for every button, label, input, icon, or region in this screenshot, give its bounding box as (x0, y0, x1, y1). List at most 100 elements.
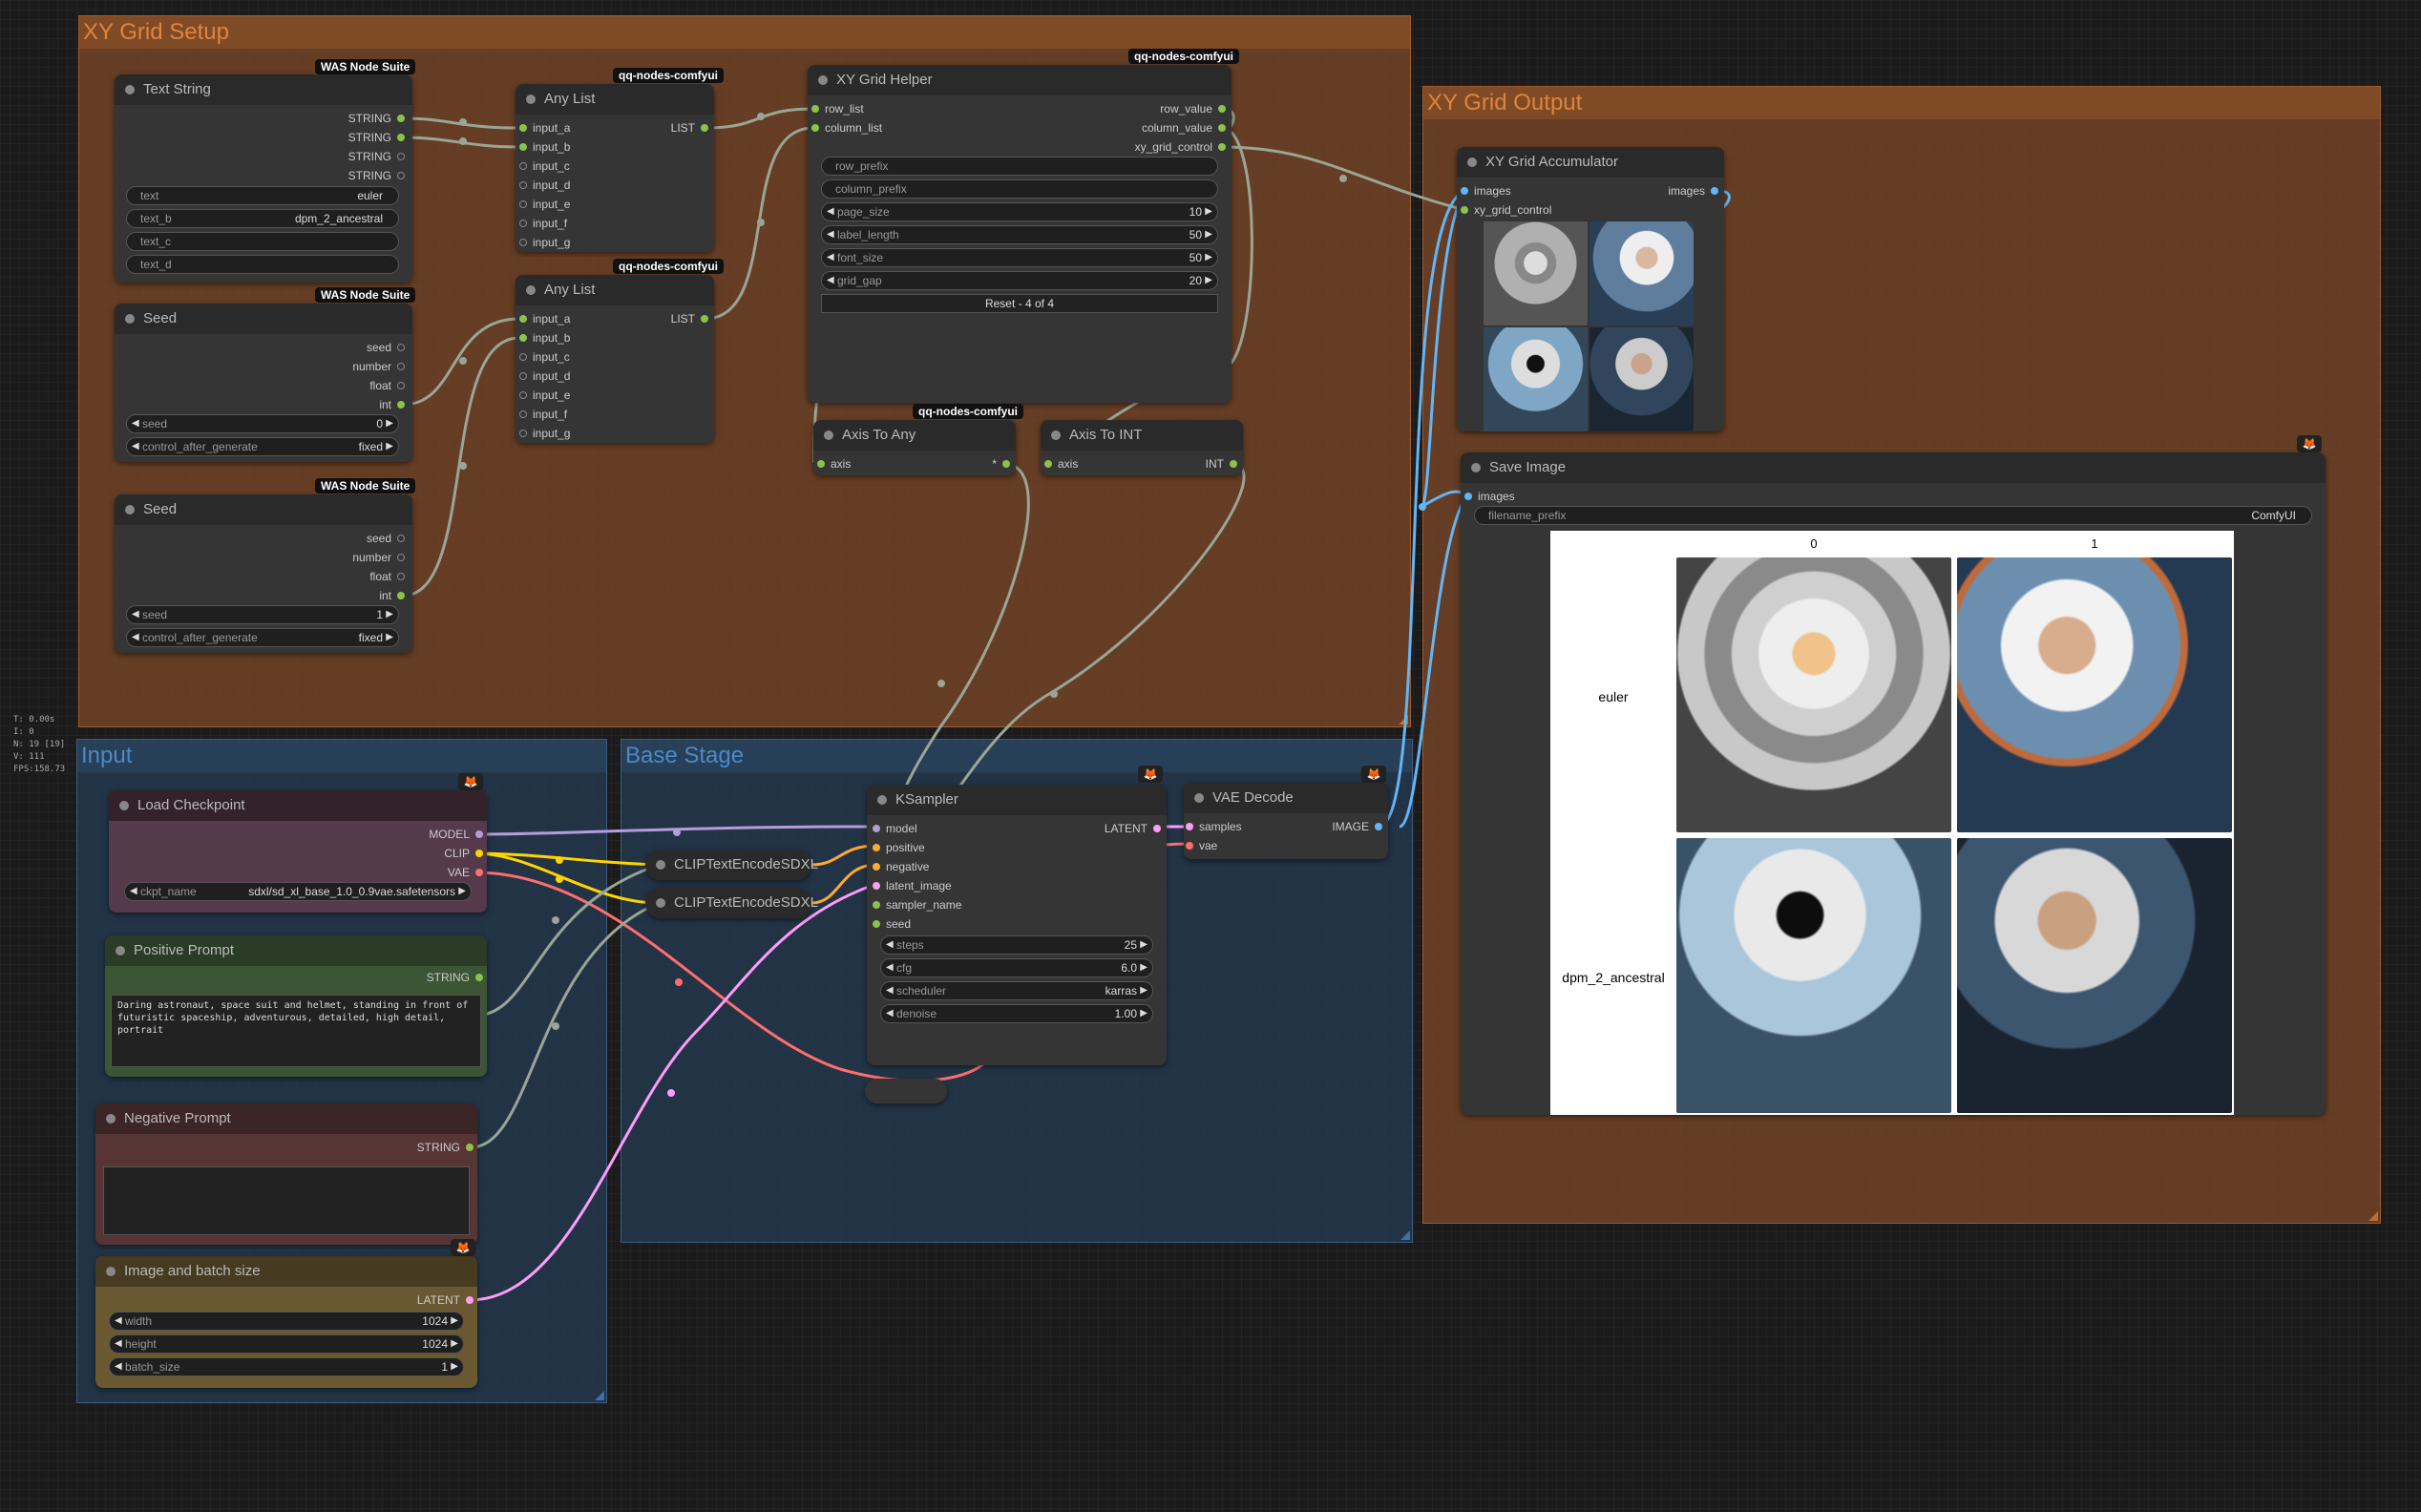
node-title[interactable]: Any List (516, 84, 714, 115)
collapse-dot[interactable] (1194, 793, 1204, 803)
output-latent[interactable]: LATENT (1105, 821, 1161, 836)
input-g[interactable]: input_g (519, 426, 570, 441)
collapse-dot[interactable] (1051, 430, 1061, 440)
node-title[interactable]: CLIPTextEncodeSDXL (645, 850, 818, 880)
input-e[interactable]: input_e (519, 197, 570, 212)
node-graph-canvas[interactable]: XY Grid Setup XY Grid Output Input Base … (0, 0, 2421, 1512)
node-xy-grid-accumulator[interactable]: XY Grid Accumulator images xy_grid_contr… (1457, 147, 1724, 431)
input-samples[interactable]: samples (1186, 819, 1242, 834)
page-size-stepper[interactable]: ◀ page_size 10 ▶ (821, 202, 1218, 221)
node-title[interactable]: KSampler (867, 785, 1167, 815)
collapse-dot[interactable] (106, 1114, 116, 1124)
width-stepper[interactable]: ◀ width 1024 ▶ (109, 1312, 464, 1331)
reset-button[interactable]: Reset - 4 of 4 (821, 294, 1218, 313)
input-b[interactable]: input_b (519, 139, 570, 155)
node-text-string[interactable]: Text String STRING STRING STRING STRING … (115, 74, 412, 283)
text-field[interactable]: text euler (126, 186, 399, 205)
control-after-generate-select[interactable]: ◀ control_after_generate fixed ▶ (126, 437, 399, 456)
node-title[interactable]: Seed (115, 494, 412, 525)
input-c[interactable]: input_c (519, 158, 570, 174)
collapse-dot[interactable] (106, 1267, 116, 1276)
collapse-dot[interactable] (818, 75, 828, 85)
output-image[interactable]: IMAGE (1332, 819, 1382, 834)
output-seed[interactable]: seed (367, 340, 405, 355)
negative-prompt-textarea[interactable] (103, 1166, 470, 1235)
node-title[interactable]: XY Grid Accumulator (1457, 147, 1724, 178)
node-title[interactable]: VAE Decode (1184, 783, 1388, 813)
node-title[interactable]: Save Image (1461, 452, 2326, 483)
output-vae[interactable]: VAE (448, 865, 483, 880)
node-negative-prompt[interactable]: Negative Prompt STRING (95, 1103, 477, 1245)
input-column-list[interactable]: column_list (811, 120, 882, 136)
input-e[interactable]: input_e (519, 388, 570, 403)
input-model[interactable]: model (873, 821, 917, 836)
input-a[interactable]: input_a (519, 120, 570, 136)
output-string[interactable]: STRING (427, 970, 483, 985)
input-negative[interactable]: negative (873, 859, 929, 874)
input-images[interactable]: images (1464, 489, 1515, 504)
font-size-stepper[interactable]: ◀ font_size 50 ▶ (821, 248, 1218, 267)
node-seed[interactable]: Seed seed number float int ◀ seed 0 ▶ ◀ cont… (115, 304, 412, 462)
control-after-generate-select[interactable]: ◀ control_after_generate fixed ▶ (126, 628, 399, 647)
input-f[interactable]: input_f (519, 407, 567, 422)
collapse-dot[interactable] (125, 85, 135, 94)
node-any-list[interactable]: Any List input_a input_b input_c input_d… (516, 84, 714, 252)
input-positive[interactable]: positive (873, 840, 925, 855)
input-xy-grid-control[interactable]: xy_grid_control (1461, 202, 1551, 218)
output-string[interactable]: STRING (348, 111, 405, 126)
output-float[interactable]: float (369, 569, 405, 584)
node-axis-to-int[interactable]: Axis To INT axis INT (1041, 420, 1243, 475)
collapse-dot[interactable] (125, 505, 135, 514)
text-d-field[interactable]: text_d (126, 255, 399, 274)
input-d[interactable]: input_d (519, 368, 570, 384)
input-images[interactable]: images (1461, 183, 1511, 199)
output-any[interactable]: * (992, 456, 1010, 472)
input-c[interactable]: input_c (519, 349, 570, 365)
input-f[interactable]: input_f (519, 216, 567, 231)
node-xy-grid-helper[interactable]: XY Grid Helper row_list column_list row_… (808, 65, 1232, 403)
input-seed[interactable]: seed (873, 916, 911, 932)
scheduler-select[interactable]: ◀ scheduler karras ▶ (880, 981, 1153, 1000)
cfg-stepper[interactable]: ◀ cfg 6.0 ▶ (880, 958, 1153, 977)
positive-prompt-textarea[interactable]: Daring astronaut, space suit and helmet,… (111, 995, 481, 1067)
collapse-dot[interactable] (526, 94, 536, 104)
output-string[interactable]: STRING (348, 149, 405, 164)
collapse-dot[interactable] (1471, 463, 1481, 472)
node-title[interactable]: XY Grid Helper (808, 65, 1232, 95)
node-save-image[interactable]: Save Image images filename_prefix ComfyUI… (1461, 452, 2326, 1115)
input-d[interactable]: input_d (519, 178, 570, 193)
node-seed[interactable]: Seed seed number float int ◀ seed 1 ▶ ◀ cont… (115, 494, 412, 653)
collapse-dot[interactable] (526, 285, 536, 295)
output-number[interactable]: number (352, 550, 405, 565)
output-int[interactable]: int (379, 397, 405, 412)
input-axis[interactable]: axis (1044, 456, 1078, 472)
node-clip-text-encode-sdxl[interactable]: CLIPTextEncodeSDXL (645, 888, 818, 918)
input-axis[interactable]: axis (817, 456, 851, 472)
node-clip-text-encode-sdxl[interactable]: CLIPTextEncodeSDXL (645, 850, 818, 880)
collapse-dot[interactable] (119, 801, 129, 810)
input-g[interactable]: input_g (519, 235, 570, 250)
collapse-dot[interactable] (1467, 158, 1477, 167)
row-prefix-field[interactable]: row_prefix (821, 157, 1218, 176)
output-list[interactable]: LIST (671, 311, 708, 326)
output-int[interactable]: int (379, 588, 405, 603)
seed-stepper[interactable]: ◀ seed 1 ▶ (126, 605, 399, 624)
collapse-dot[interactable] (125, 314, 135, 324)
output-list[interactable]: LIST (671, 120, 708, 136)
denoise-stepper[interactable]: ◀ denoise 1.00 ▶ (880, 1004, 1153, 1023)
collapse-dot[interactable] (824, 430, 833, 440)
output-clip[interactable]: CLIP (444, 846, 483, 861)
output-number[interactable]: number (352, 359, 405, 374)
reroute-collapsed[interactable] (865, 1079, 947, 1103)
output-latent[interactable]: LATENT (417, 1292, 474, 1308)
node-title[interactable]: Axis To Any (813, 420, 1016, 451)
node-title[interactable]: Any List (516, 275, 714, 305)
collapse-dot[interactable] (116, 946, 125, 956)
grid-gap-stepper[interactable]: ◀ grid_gap 20 ▶ (821, 271, 1218, 290)
node-positive-prompt[interactable]: Positive Prompt STRING Daring astronaut,… (105, 935, 487, 1077)
node-title[interactable]: Negative Prompt (95, 1103, 477, 1134)
node-load-checkpoint[interactable]: Load Checkpoint MODEL CLIP VAE ◀ ckpt_nam… (109, 790, 487, 913)
node-title[interactable]: Text String (115, 74, 412, 105)
input-a[interactable]: input_a (519, 311, 570, 326)
node-axis-to-any[interactable]: Axis To Any axis * (813, 420, 1016, 475)
